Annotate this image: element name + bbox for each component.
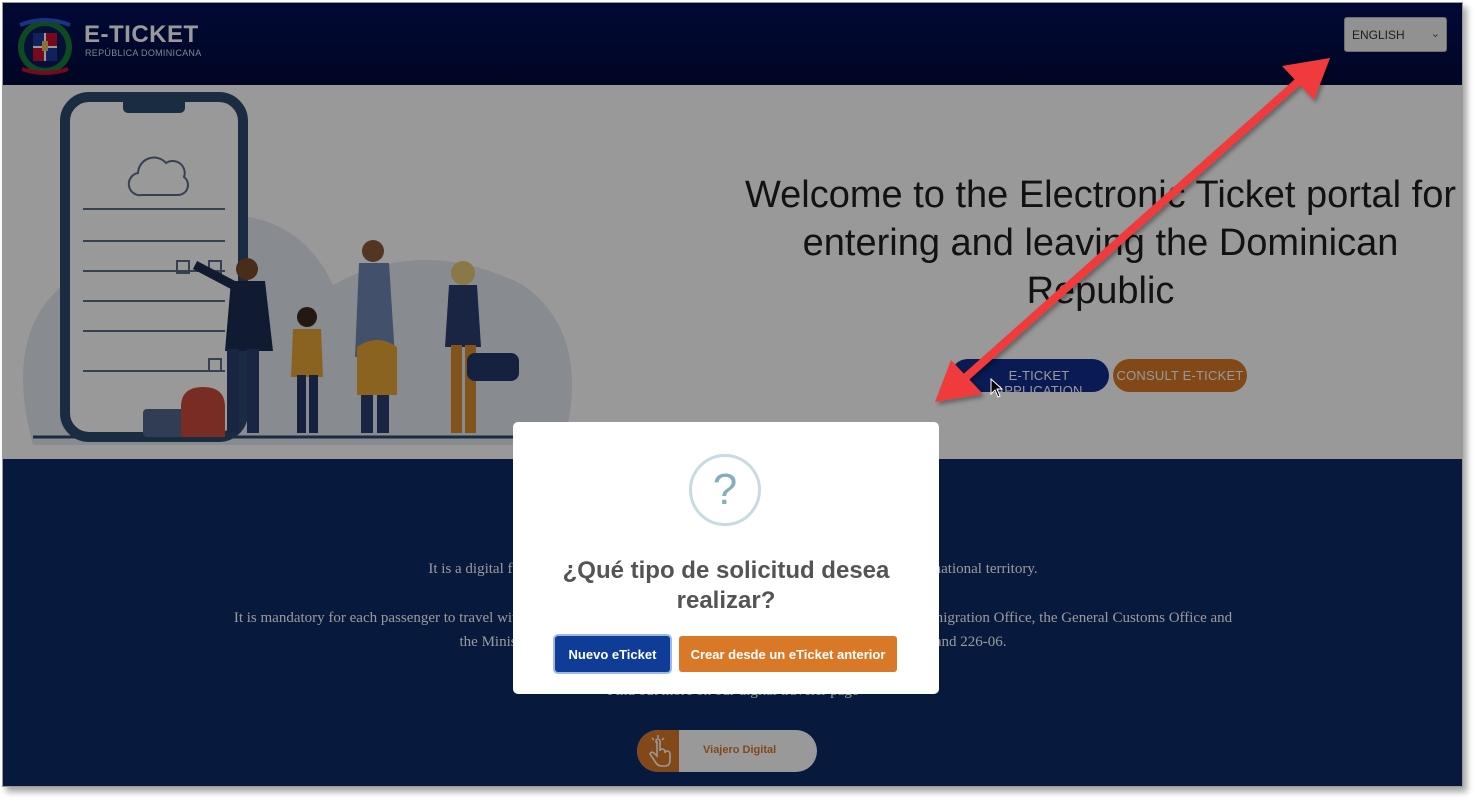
request-type-dialog: ? ¿Qué tipo de solicitud desea realizar?…: [513, 422, 939, 694]
question-icon: ?: [689, 454, 761, 526]
new-eticket-button[interactable]: Nuevo eTicket: [555, 636, 670, 672]
create-from-previous-button[interactable]: Crear desde un eTicket anterior: [679, 636, 897, 672]
mouse-cursor-icon: [990, 378, 1004, 398]
browser-frame: E-TICKET REPÚBLICA DOMINICANA ENGLISH ⌄: [2, 2, 1463, 787]
dialog-title: ¿Qué tipo de solicitud desea realizar?: [562, 557, 890, 614]
